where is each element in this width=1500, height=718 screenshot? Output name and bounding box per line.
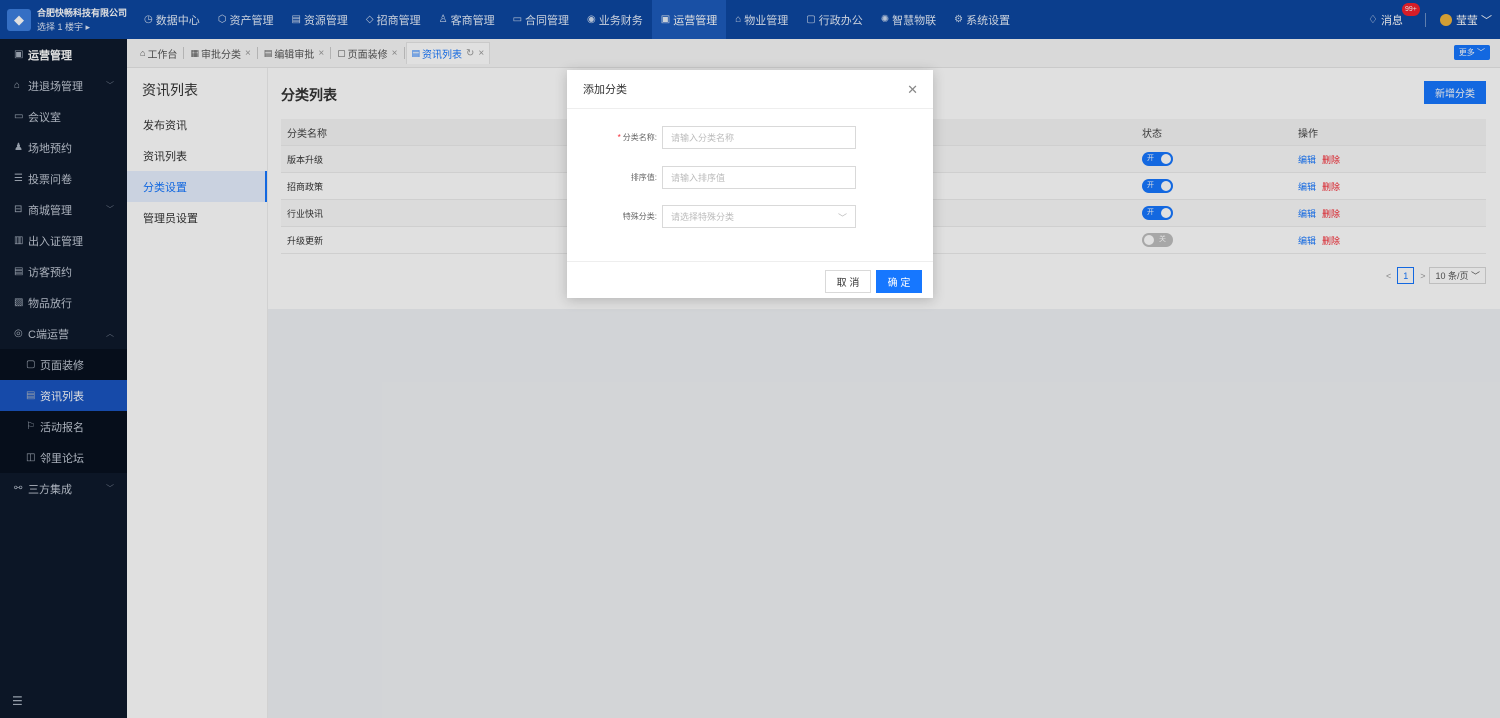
special-category-select[interactable]: 请选择特殊分类 ﹀ xyxy=(662,205,856,228)
form-input-field[interactable]: 请输入排序值 xyxy=(662,166,856,189)
close-icon[interactable]: ✕ xyxy=(907,82,918,98)
input-placeholder: 请输入分类名称 xyxy=(671,133,735,143)
form-label: 排序值: xyxy=(567,172,662,183)
dialog-title: 添加分类 xyxy=(583,84,627,96)
form-label-text: 排序值: xyxy=(630,173,657,182)
required-mark: * xyxy=(617,133,621,142)
input-placeholder: 请选择特殊分类 xyxy=(671,212,735,222)
form-row: 特殊分类: 请选择特殊分类 ﹀ xyxy=(567,205,933,228)
chevron-down-icon: ﹀ xyxy=(837,213,847,223)
cancel-button[interactable]: 取 消 xyxy=(825,270,871,293)
form-label: 特殊分类: xyxy=(567,211,662,222)
form-label: * 分类名称: xyxy=(567,132,662,143)
form-input-field[interactable]: 请输入分类名称 xyxy=(662,126,856,149)
form-row: 排序值: 请输入排序值 xyxy=(567,166,933,189)
input-placeholder: 请输入排序值 xyxy=(671,173,726,183)
form-row: * 分类名称: 请输入分类名称 xyxy=(567,126,933,149)
confirm-button[interactable]: 确 定 xyxy=(876,270,922,293)
add-category-dialog: 添加分类 ✕ * 分类名称: 请输入分类名称排序值: 请输入排序值特殊分类: 请选择特殊… xyxy=(567,70,933,298)
form-label-text: 特殊分类: xyxy=(622,212,657,221)
form-label-text: 分类名称: xyxy=(622,133,657,142)
